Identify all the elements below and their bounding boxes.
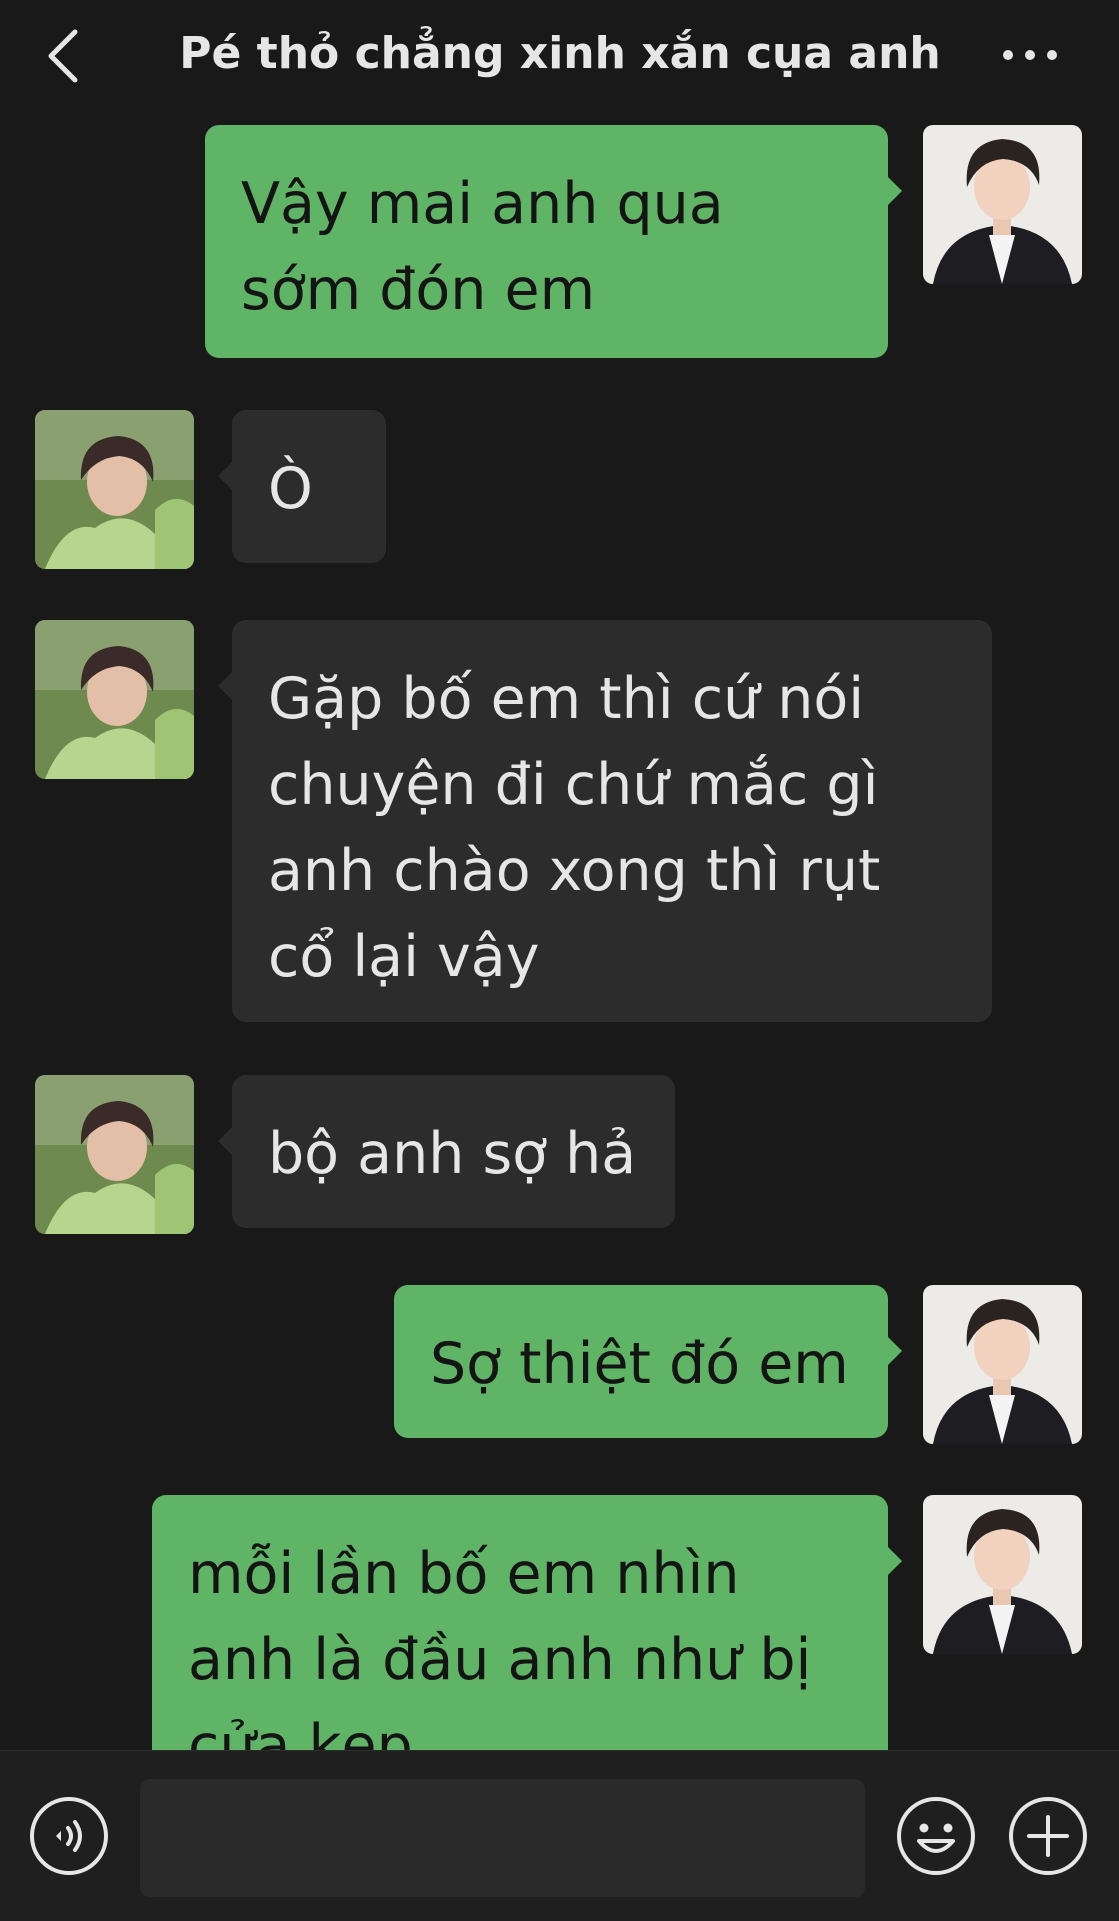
avatar-contact[interactable] [35, 620, 194, 779]
message-text: mỗi lần bố em nhìn anh là đầu anh như bị… [188, 1541, 812, 1750]
more-button[interactable] [990, 30, 1070, 80]
voice-icon [30, 1797, 108, 1875]
message-bubble[interactable]: mỗi lần bố em nhìn anh là đầu anh như bị… [152, 1495, 902, 1750]
message-list[interactable]: Vậy mai anh qua sớm đón em Ò Gặp bố em t… [0, 115, 1119, 1750]
avatar-contact[interactable] [35, 410, 194, 569]
message-bubble[interactable]: bộ anh sợ hả [218, 1075, 675, 1228]
message-text: bộ anh sợ hả [268, 1121, 637, 1187]
message-text: Sợ thiệt đó em [430, 1331, 849, 1397]
message-bubble[interactable]: Ò [218, 410, 386, 563]
chevron-left-icon [48, 29, 78, 83]
avatar-me[interactable] [923, 1285, 1082, 1444]
emoji-icon [897, 1797, 975, 1875]
avatar-me[interactable] [923, 1495, 1082, 1654]
avatar-me[interactable] [923, 125, 1082, 284]
emoji-button[interactable] [895, 1795, 977, 1877]
message-bubble[interactable]: Vậy mai anh qua sớm đón em [205, 125, 902, 358]
message-bubble[interactable]: Sợ thiệt đó em [394, 1285, 902, 1438]
chat-header: Pé thỏ chẳng xinh xắn cụa anh [0, 0, 1119, 115]
more-horizontal-icon [1003, 50, 1057, 60]
voice-button[interactable] [28, 1795, 110, 1877]
plus-icon [1009, 1797, 1087, 1875]
message-text: Gặp bố em thì cứ nói chuyện đi chứ mắc g… [268, 666, 881, 990]
message-input[interactable] [140, 1779, 865, 1897]
message-text: Vậy mai anh qua sớm đón em [241, 171, 724, 323]
message-text: Ò [268, 456, 313, 522]
page-title: Pé thỏ chẳng xinh xắn cụa anh [179, 28, 941, 79]
message-bubble[interactable]: Gặp bố em thì cứ nói chuyện đi chứ mắc g… [218, 620, 992, 1022]
plus-button[interactable] [1007, 1795, 1089, 1877]
avatar-contact[interactable] [35, 1075, 194, 1234]
input-bar [0, 1750, 1119, 1921]
back-button[interactable] [38, 24, 88, 88]
